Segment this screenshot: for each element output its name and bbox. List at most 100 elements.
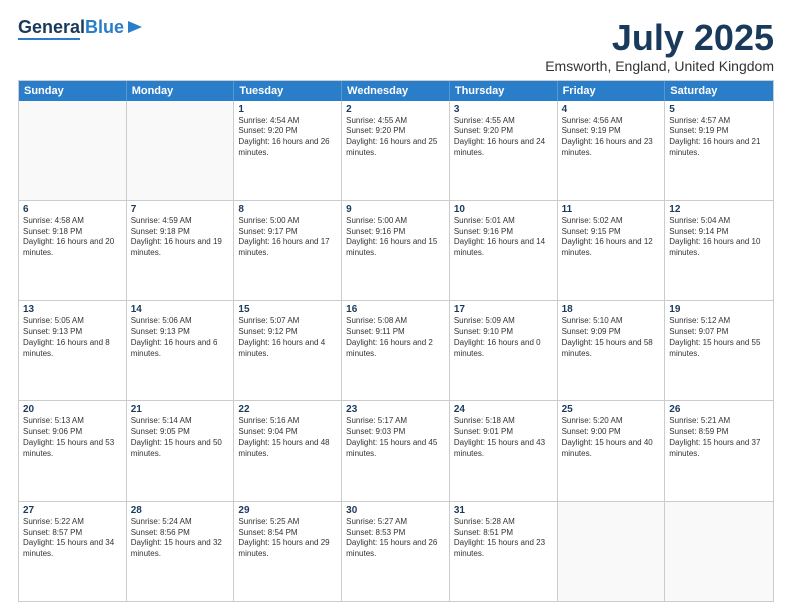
- sunset-text: Sunset: 9:04 PM: [238, 427, 337, 438]
- calendar-cell: 1 Sunrise: 4:54 AM Sunset: 9:20 PM Dayli…: [234, 101, 342, 200]
- daylight-text: Daylight: 16 hours and 6 minutes.: [131, 338, 230, 360]
- sunset-text: Sunset: 9:05 PM: [131, 427, 230, 438]
- sunrise-text: Sunrise: 5:25 AM: [238, 517, 337, 528]
- sunset-text: Sunset: 9:06 PM: [23, 427, 122, 438]
- daylight-text: Daylight: 15 hours and 55 minutes.: [669, 338, 769, 360]
- daylight-text: Daylight: 16 hours and 26 minutes.: [238, 137, 337, 159]
- sunrise-text: Sunrise: 5:00 AM: [346, 216, 445, 227]
- calendar: Sunday Monday Tuesday Wednesday Thursday…: [18, 80, 774, 602]
- day-number: 18: [562, 304, 661, 315]
- day-number: 16: [346, 304, 445, 315]
- sunrise-text: Sunrise: 4:57 AM: [669, 116, 769, 127]
- daylight-text: Daylight: 16 hours and 2 minutes.: [346, 338, 445, 360]
- day-number: 26: [669, 404, 769, 415]
- sunrise-text: Sunrise: 5:22 AM: [23, 517, 122, 528]
- daylight-text: Daylight: 15 hours and 45 minutes.: [346, 438, 445, 460]
- col-friday: Friday: [558, 81, 666, 101]
- day-number: 13: [23, 304, 122, 315]
- sunset-text: Sunset: 9:19 PM: [562, 126, 661, 137]
- sunrise-text: Sunrise: 4:55 AM: [454, 116, 553, 127]
- calendar-row: 20 Sunrise: 5:13 AM Sunset: 9:06 PM Dayl…: [19, 401, 773, 501]
- sunset-text: Sunset: 8:53 PM: [346, 528, 445, 539]
- header: GeneralBlue July 2025 Emsworth, England,…: [18, 18, 774, 74]
- col-wednesday: Wednesday: [342, 81, 450, 101]
- sunset-text: Sunset: 8:57 PM: [23, 528, 122, 539]
- day-number: 12: [669, 204, 769, 215]
- sunset-text: Sunset: 8:59 PM: [669, 427, 769, 438]
- calendar-cell: 21 Sunrise: 5:14 AM Sunset: 9:05 PM Dayl…: [127, 401, 235, 500]
- sunrise-text: Sunrise: 5:21 AM: [669, 416, 769, 427]
- calendar-cell: 15 Sunrise: 5:07 AM Sunset: 9:12 PM Dayl…: [234, 301, 342, 400]
- calendar-cell: [19, 101, 127, 200]
- day-number: 28: [131, 505, 230, 516]
- calendar-cell: 31 Sunrise: 5:28 AM Sunset: 8:51 PM Dayl…: [450, 502, 558, 601]
- calendar-cell: 25 Sunrise: 5:20 AM Sunset: 9:00 PM Dayl…: [558, 401, 666, 500]
- sunrise-text: Sunrise: 5:04 AM: [669, 216, 769, 227]
- page: GeneralBlue July 2025 Emsworth, England,…: [0, 0, 792, 612]
- day-number: 14: [131, 304, 230, 315]
- calendar-cell: 5 Sunrise: 4:57 AM Sunset: 9:19 PM Dayli…: [665, 101, 773, 200]
- day-number: 2: [346, 104, 445, 115]
- sunset-text: Sunset: 8:51 PM: [454, 528, 553, 539]
- sunrise-text: Sunrise: 5:12 AM: [669, 316, 769, 327]
- calendar-cell: 16 Sunrise: 5:08 AM Sunset: 9:11 PM Dayl…: [342, 301, 450, 400]
- sunset-text: Sunset: 9:12 PM: [238, 327, 337, 338]
- calendar-cell: 22 Sunrise: 5:16 AM Sunset: 9:04 PM Dayl…: [234, 401, 342, 500]
- calendar-cell: 9 Sunrise: 5:00 AM Sunset: 9:16 PM Dayli…: [342, 201, 450, 300]
- calendar-cell: [665, 502, 773, 601]
- sunrise-text: Sunrise: 5:05 AM: [23, 316, 122, 327]
- sunrise-text: Sunrise: 5:10 AM: [562, 316, 661, 327]
- sunset-text: Sunset: 9:01 PM: [454, 427, 553, 438]
- daylight-text: Daylight: 15 hours and 50 minutes.: [131, 438, 230, 460]
- sunset-text: Sunset: 9:20 PM: [346, 126, 445, 137]
- sunset-text: Sunset: 9:20 PM: [454, 126, 553, 137]
- sunrise-text: Sunrise: 5:18 AM: [454, 416, 553, 427]
- calendar-row: 13 Sunrise: 5:05 AM Sunset: 9:13 PM Dayl…: [19, 301, 773, 401]
- day-number: 30: [346, 505, 445, 516]
- calendar-cell: 30 Sunrise: 5:27 AM Sunset: 8:53 PM Dayl…: [342, 502, 450, 601]
- sunrise-text: Sunrise: 5:28 AM: [454, 517, 553, 528]
- daylight-text: Daylight: 15 hours and 48 minutes.: [238, 438, 337, 460]
- sunset-text: Sunset: 8:56 PM: [131, 528, 230, 539]
- col-saturday: Saturday: [665, 81, 773, 101]
- day-number: 5: [669, 104, 769, 115]
- daylight-text: Daylight: 15 hours and 26 minutes.: [346, 538, 445, 560]
- calendar-cell: 28 Sunrise: 5:24 AM Sunset: 8:56 PM Dayl…: [127, 502, 235, 601]
- sunrise-text: Sunrise: 5:16 AM: [238, 416, 337, 427]
- calendar-cell: 23 Sunrise: 5:17 AM Sunset: 9:03 PM Dayl…: [342, 401, 450, 500]
- calendar-cell: 17 Sunrise: 5:09 AM Sunset: 9:10 PM Dayl…: [450, 301, 558, 400]
- logo-underline: [18, 38, 80, 40]
- sunset-text: Sunset: 9:11 PM: [346, 327, 445, 338]
- daylight-text: Daylight: 16 hours and 8 minutes.: [23, 338, 122, 360]
- daylight-text: Daylight: 16 hours and 20 minutes.: [23, 237, 122, 259]
- daylight-text: Daylight: 15 hours and 53 minutes.: [23, 438, 122, 460]
- daylight-text: Daylight: 15 hours and 29 minutes.: [238, 538, 337, 560]
- sunrise-text: Sunrise: 5:02 AM: [562, 216, 661, 227]
- title-block: July 2025 Emsworth, England, United King…: [545, 18, 774, 74]
- daylight-text: Daylight: 16 hours and 12 minutes.: [562, 237, 661, 259]
- calendar-cell: 8 Sunrise: 5:00 AM Sunset: 9:17 PM Dayli…: [234, 201, 342, 300]
- day-number: 7: [131, 204, 230, 215]
- sunrise-text: Sunrise: 4:54 AM: [238, 116, 337, 127]
- sunset-text: Sunset: 9:14 PM: [669, 227, 769, 238]
- calendar-cell: 10 Sunrise: 5:01 AM Sunset: 9:16 PM Dayl…: [450, 201, 558, 300]
- calendar-cell: 27 Sunrise: 5:22 AM Sunset: 8:57 PM Dayl…: [19, 502, 127, 601]
- calendar-cell: 29 Sunrise: 5:25 AM Sunset: 8:54 PM Dayl…: [234, 502, 342, 601]
- day-number: 23: [346, 404, 445, 415]
- day-number: 4: [562, 104, 661, 115]
- calendar-cell: [127, 101, 235, 200]
- day-number: 22: [238, 404, 337, 415]
- day-number: 19: [669, 304, 769, 315]
- calendar-row: 6 Sunrise: 4:58 AM Sunset: 9:18 PM Dayli…: [19, 201, 773, 301]
- daylight-text: Daylight: 15 hours and 58 minutes.: [562, 338, 661, 360]
- sunrise-text: Sunrise: 5:17 AM: [346, 416, 445, 427]
- daylight-text: Daylight: 16 hours and 15 minutes.: [346, 237, 445, 259]
- day-number: 11: [562, 204, 661, 215]
- sunrise-text: Sunrise: 4:55 AM: [346, 116, 445, 127]
- daylight-text: Daylight: 16 hours and 17 minutes.: [238, 237, 337, 259]
- daylight-text: Daylight: 16 hours and 10 minutes.: [669, 237, 769, 259]
- daylight-text: Daylight: 16 hours and 23 minutes.: [562, 137, 661, 159]
- sunset-text: Sunset: 9:10 PM: [454, 327, 553, 338]
- daylight-text: Daylight: 15 hours and 43 minutes.: [454, 438, 553, 460]
- sunset-text: Sunset: 9:20 PM: [238, 126, 337, 137]
